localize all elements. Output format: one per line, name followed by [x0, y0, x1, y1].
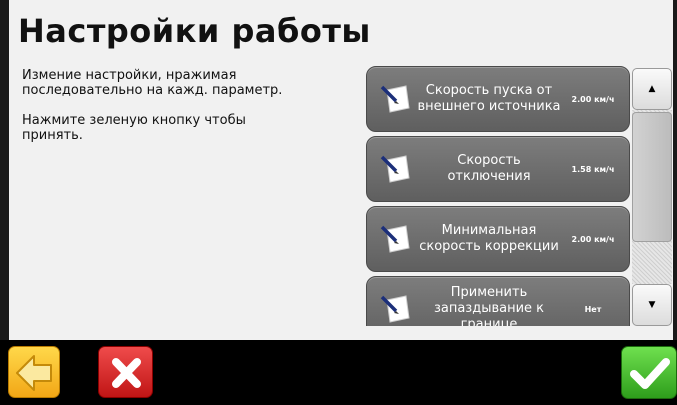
edit-note-icon [380, 85, 410, 113]
param-value: 1.58 км/ч [571, 164, 615, 174]
param-value: Нет [584, 304, 602, 314]
scroll-down-button[interactable]: ▼ [632, 284, 672, 326]
param-value: 2.00 км/ч [571, 234, 615, 244]
back-button[interactable] [8, 346, 60, 398]
scrollbar-track[interactable] [632, 110, 672, 284]
param-value: 2.00 км/ч [571, 94, 615, 104]
param-card-shutoff-speed[interactable]: Скорость отключения 1.58 км/ч [366, 136, 630, 202]
cancel-button[interactable] [98, 346, 153, 398]
page-title: Настройки работы [18, 12, 371, 50]
instructions-text: Измение настройки, нражимая последовател… [22, 68, 342, 158]
cancel-x-icon [112, 358, 141, 388]
param-card-start-speed[interactable]: Скорость пуска от внешнего источника 2.0… [366, 66, 630, 132]
accept-checkmark-icon [630, 358, 670, 389]
param-label: Скорость пуска от внешнего источника [417, 83, 561, 114]
param-card-boundary-delay[interactable]: Применить запаздывание к границе Нет [366, 276, 630, 326]
param-label: Скорость отключения [447, 153, 531, 184]
scroll-down-arrow-icon: ▼ [648, 300, 656, 310]
right-frame-edge [673, 0, 677, 340]
scrollbar-thumb[interactable] [632, 112, 672, 242]
scroll-up-button[interactable]: ▲ [632, 68, 672, 110]
edit-note-icon [380, 225, 410, 253]
instruction-line: Измение настройки, нражимая последовател… [22, 68, 283, 98]
param-card-min-correction-speed[interactable]: Минимальная скорость коррекции 2.00 км/ч [366, 206, 630, 272]
scroll-up-arrow-icon: ▲ [648, 84, 656, 94]
accept-button[interactable] [621, 346, 677, 399]
edit-note-icon [380, 295, 410, 323]
back-arrow-icon [16, 355, 52, 391]
parameter-list: Скорость пуска от внешнего источника 2.0… [366, 66, 630, 326]
left-frame-edge [0, 0, 9, 340]
edit-note-icon [380, 155, 410, 183]
instruction-line: Нажмите зеленую кнопку чтобы принять. [22, 113, 246, 143]
param-label: Минимальная скорость коррекции [419, 223, 559, 254]
param-label: Применить запаздывание к границе [433, 285, 545, 326]
